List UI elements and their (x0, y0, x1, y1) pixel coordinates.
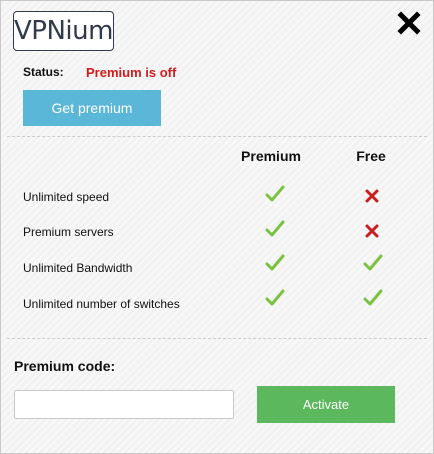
vpn-window: VPNium Status: Premium is off Get premiu… (0, 0, 434, 454)
premium-code-input[interactable] (14, 390, 234, 419)
get-premium-button[interactable]: Get premium (23, 90, 161, 126)
cross-icon (362, 186, 382, 206)
cross-icon (362, 221, 382, 241)
close-icon[interactable] (395, 9, 423, 37)
check-icon (265, 219, 285, 239)
feature-label: Premium servers (23, 225, 114, 239)
activate-button[interactable]: Activate (257, 386, 395, 423)
feature-label: Unlimited number of switches (23, 297, 180, 311)
column-header-free: Free (356, 148, 386, 164)
check-icon (363, 288, 383, 308)
divider (7, 136, 427, 137)
premium-code-label: Premium code: (14, 358, 116, 374)
status-label: Status: (23, 65, 64, 79)
vpnium-logo: VPNium (13, 11, 114, 51)
feature-label: Unlimited speed (23, 190, 110, 204)
column-header-premium: Premium (241, 148, 301, 164)
divider (7, 338, 427, 339)
feature-label: Unlimited Bandwidth (23, 261, 133, 275)
check-icon (363, 253, 383, 273)
status-value: Premium is off (86, 65, 177, 80)
check-icon (265, 184, 285, 204)
check-icon (265, 288, 285, 308)
check-icon (265, 253, 285, 273)
